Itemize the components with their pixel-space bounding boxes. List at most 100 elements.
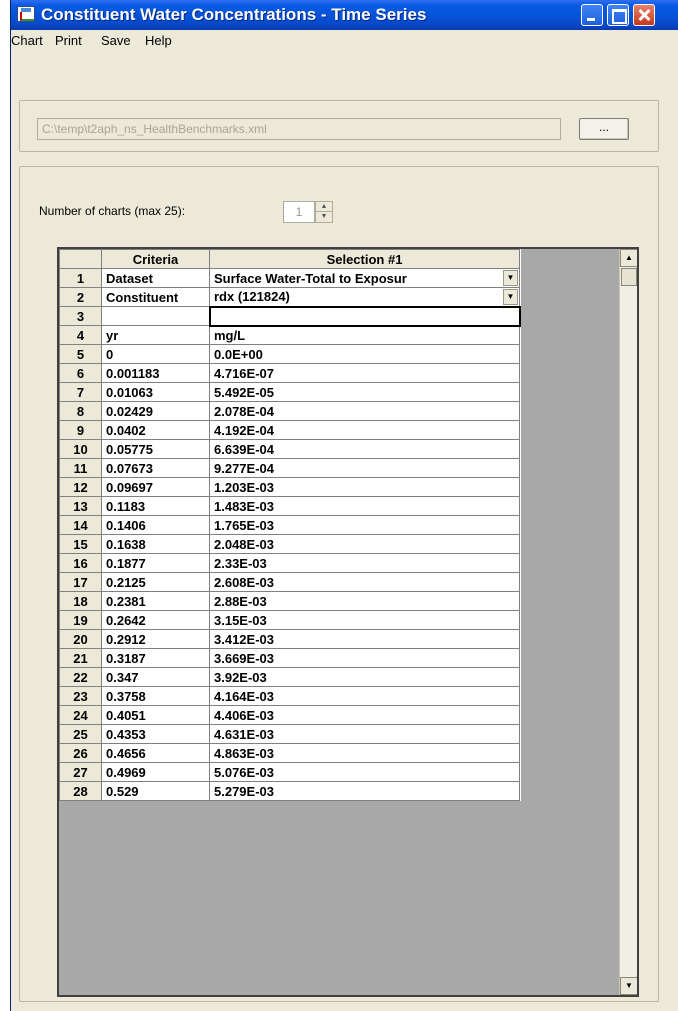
vertical-scrollbar[interactable]: ▲ ▼ [619, 249, 637, 995]
table-row[interactable]: 15 0.1638 2.048E-03 [59, 534, 520, 554]
table-row[interactable]: 8 0.02429 2.078E-04 [59, 401, 520, 421]
maximize-button[interactable] [607, 4, 629, 26]
criteria-cell[interactable]: yr [101, 325, 210, 345]
table-row[interactable]: 19 0.2642 3.15E-03 [59, 610, 520, 630]
selection-cell[interactable]: 4.716E-07 [209, 363, 520, 383]
selection-cell[interactable]: 1.765E-03 [209, 515, 520, 535]
menu-help[interactable]: Help [145, 33, 172, 48]
criteria-cell[interactable]: 0.2381 [101, 591, 210, 611]
criteria-cell[interactable]: 0.09697 [101, 477, 210, 497]
table-row[interactable]: 3 [59, 305, 521, 327]
criteria-cell[interactable]: Constituent [101, 287, 210, 307]
selection-cell[interactable]: 5.076E-03 [209, 762, 520, 782]
selection-cell[interactable]: 2.048E-03 [209, 534, 520, 554]
criteria-cell[interactable]: 0.2125 [101, 572, 210, 592]
selection-cell[interactable]: 0.0E+00 [209, 344, 520, 364]
menu-print[interactable]: Print [55, 33, 82, 48]
table-row[interactable]: 13 0.1183 1.483E-03 [59, 496, 520, 516]
selection-cell[interactable]: 3.92E-03 [209, 667, 520, 687]
criteria-cell[interactable]: 0.1877 [101, 553, 210, 573]
table-row[interactable]: 27 0.4969 5.076E-03 [59, 762, 520, 782]
title-bar[interactable]: Constituent Water Concentrations - Time … [11, 0, 678, 30]
selection-cell[interactable]: 5.279E-03 [209, 781, 520, 801]
criteria-cell[interactable]: 0.3758 [101, 686, 210, 706]
selection-cell[interactable]: 4.192E-04 [209, 420, 520, 440]
selection-cell[interactable]: 6.639E-04 [209, 439, 520, 459]
selection-cell[interactable]: 5.492E-05 [209, 382, 520, 402]
criteria-cell[interactable]: 0.0402 [101, 420, 210, 440]
menu-chart[interactable]: Chart [11, 33, 43, 48]
criteria-cell[interactable]: Dataset [101, 268, 210, 288]
chevron-down-icon[interactable]: ▼ [503, 270, 518, 286]
table-row[interactable]: 6 0.001183 4.716E-07 [59, 363, 520, 383]
selection-cell[interactable]: 4.406E-03 [209, 705, 520, 725]
data-grid[interactable]: Criteria Selection #1 1 Dataset Surface Wa… [57, 247, 639, 997]
table-row[interactable]: 17 0.2125 2.608E-03 [59, 572, 520, 592]
table-row[interactable]: 2 Constituent rdx (121824) ▼ [59, 287, 520, 307]
charts-count-spinner[interactable]: ▲ ▼ [315, 201, 333, 223]
selection-cell[interactable]: mg/L [209, 325, 520, 345]
criteria-cell[interactable]: 0.1406 [101, 515, 210, 535]
selection-cell[interactable]: 3.15E-03 [209, 610, 520, 630]
dataset-dropdown[interactable]: Surface Water-Total to Exposur ▼ [209, 268, 520, 288]
scroll-thumb[interactable] [621, 268, 637, 286]
table-row[interactable]: 26 0.4656 4.863E-03 [59, 743, 520, 763]
table-row[interactable]: 11 0.07673 9.277E-04 [59, 458, 520, 478]
selection-cell[interactable]: 4.863E-03 [209, 743, 520, 763]
criteria-cell[interactable]: 0.3187 [101, 648, 210, 668]
selection-cell[interactable]: 4.164E-03 [209, 686, 520, 706]
table-row[interactable]: 20 0.2912 3.412E-03 [59, 629, 520, 649]
selection-cell[interactable]: 4.631E-03 [209, 724, 520, 744]
selection-cell[interactable]: 2.88E-03 [209, 591, 520, 611]
criteria-cell[interactable]: 0.05775 [101, 439, 210, 459]
browse-button[interactable]: ... [579, 118, 629, 140]
scroll-down-icon[interactable]: ▼ [620, 977, 637, 995]
selection-cell[interactable]: 1.203E-03 [209, 477, 520, 497]
spin-down-icon[interactable]: ▼ [316, 212, 332, 222]
criteria-cell[interactable]: 0.01063 [101, 382, 210, 402]
table-row[interactable]: 21 0.3187 3.669E-03 [59, 648, 520, 668]
table-row[interactable]: 12 0.09697 1.203E-03 [59, 477, 520, 497]
selection-cell[interactable]: 2.33E-03 [209, 553, 520, 573]
table-row[interactable]: 23 0.3758 4.164E-03 [59, 686, 520, 706]
criteria-cell[interactable]: 0.2642 [101, 610, 210, 630]
header-selection-1[interactable]: Selection #1 [209, 249, 520, 269]
criteria-cell[interactable]: 0.4969 [101, 762, 210, 782]
selection-cell[interactable]: 3.669E-03 [209, 648, 520, 668]
criteria-cell[interactable]: 0.4051 [101, 705, 210, 725]
table-row[interactable]: 18 0.2381 2.88E-03 [59, 591, 520, 611]
criteria-cell[interactable]: 0.529 [101, 781, 210, 801]
criteria-cell[interactable] [101, 306, 210, 326]
table-row[interactable]: 9 0.0402 4.192E-04 [59, 420, 520, 440]
table-row[interactable]: 24 0.4051 4.406E-03 [59, 705, 520, 725]
table-row[interactable]: 4 yr mg/L [59, 325, 520, 345]
criteria-cell[interactable]: 0.2912 [101, 629, 210, 649]
criteria-cell[interactable]: 0.1183 [101, 496, 210, 516]
criteria-cell[interactable]: 0.1638 [101, 534, 210, 554]
criteria-cell[interactable]: 0.07673 [101, 458, 210, 478]
chart-app-icon[interactable] [17, 6, 35, 22]
scroll-up-icon[interactable]: ▲ [620, 249, 637, 267]
criteria-cell[interactable]: 0 [101, 344, 210, 364]
criteria-cell[interactable]: 0.001183 [101, 363, 210, 383]
close-button[interactable] [633, 4, 655, 26]
selection-cell[interactable]: 9.277E-04 [209, 458, 520, 478]
table-row[interactable]: 22 0.347 3.92E-03 [59, 667, 520, 687]
criteria-cell[interactable]: 0.4353 [101, 724, 210, 744]
table-row[interactable]: 28 0.529 5.279E-03 [59, 781, 520, 801]
selection-cell[interactable]: 2.078E-04 [209, 401, 520, 421]
table-row[interactable]: 1 Dataset Surface Water-Total to Exposur ▼ [59, 268, 520, 288]
constituent-dropdown[interactable]: rdx (121824) ▼ [209, 287, 520, 307]
criteria-cell[interactable]: 0.4656 [101, 743, 210, 763]
table-row[interactable]: 14 0.1406 1.765E-03 [59, 515, 520, 535]
charts-count-input[interactable]: 1 [283, 201, 315, 223]
selection-cell[interactable]: 2.608E-03 [209, 572, 520, 592]
table-row[interactable]: 16 0.1877 2.33E-03 [59, 553, 520, 573]
table-row[interactable]: 25 0.4353 4.631E-03 [59, 724, 520, 744]
active-edit-cell[interactable] [208, 305, 521, 327]
criteria-cell[interactable]: 0.347 [101, 667, 210, 687]
minimize-button[interactable] [581, 4, 603, 26]
menu-save[interactable]: Save [101, 33, 131, 48]
chevron-down-icon[interactable]: ▼ [503, 289, 518, 305]
selection-cell[interactable]: 3.412E-03 [209, 629, 520, 649]
